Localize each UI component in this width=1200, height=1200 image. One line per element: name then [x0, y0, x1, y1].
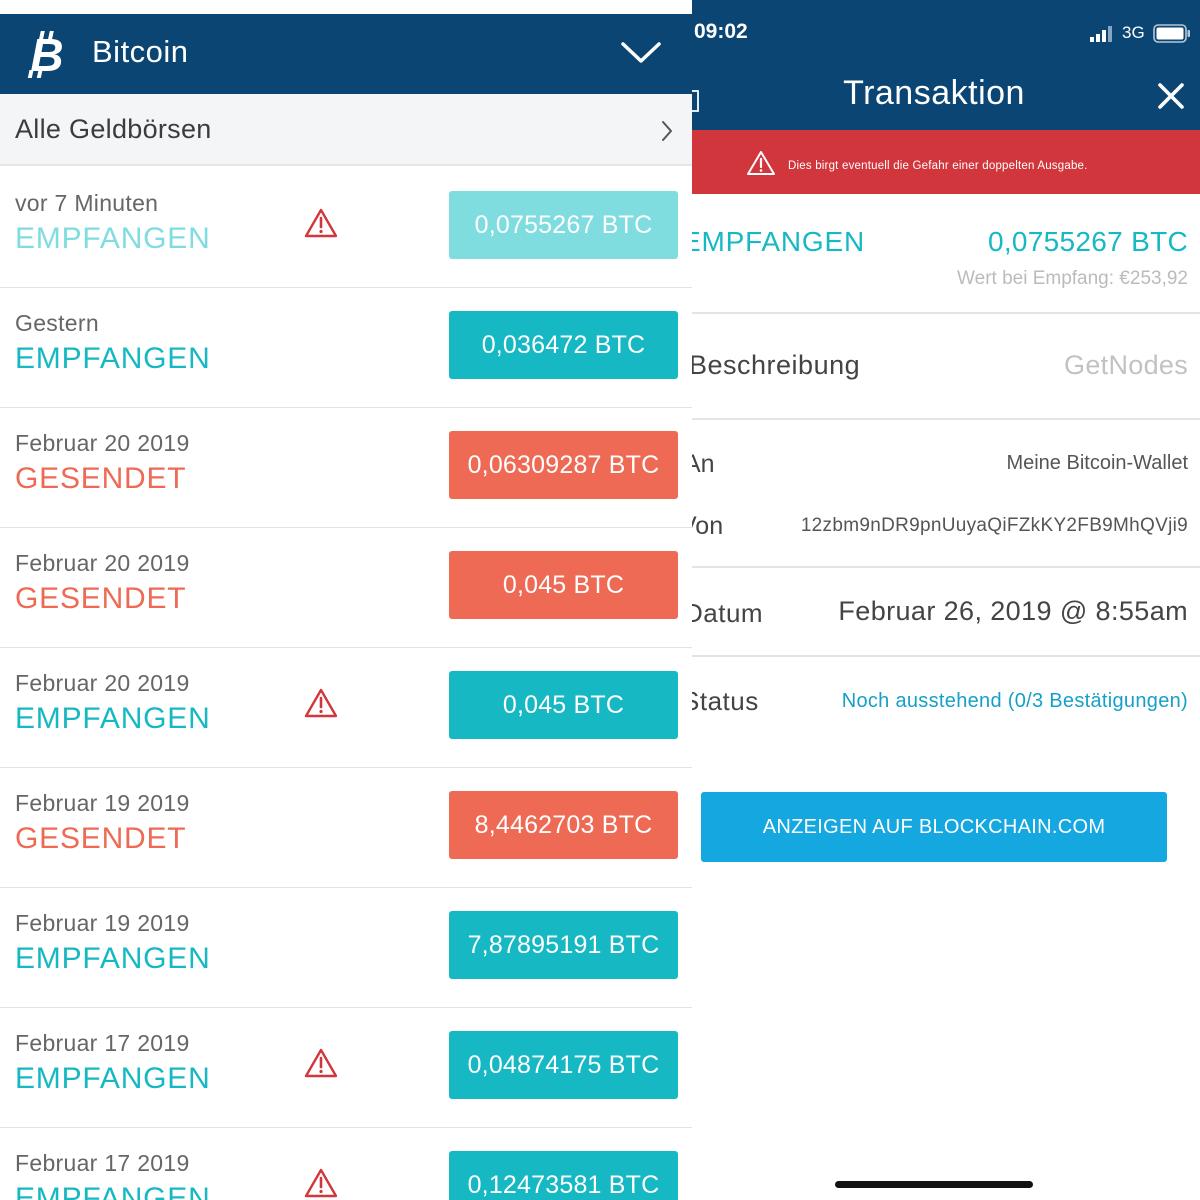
divider: [692, 312, 1200, 314]
transaction-row[interactable]: vor 7 Minuten EMPFANGEN 0,0755267 BTC: [0, 168, 692, 288]
transaction-date: Februar 20 2019: [15, 670, 190, 696]
transaction-amount-badge[interactable]: 0,04874175 BTC: [449, 1031, 678, 1099]
from-label: Von: [692, 512, 724, 540]
description-label: Beschreibung: [692, 350, 861, 380]
description-value[interactable]: GetNodes: [1064, 350, 1188, 381]
chevron-down-icon[interactable]: [620, 40, 662, 66]
chevron-right-icon: [662, 121, 672, 141]
transaction-date: Februar 17 2019: [15, 1030, 190, 1056]
status-bar: 09:02 3G: [692, 0, 1200, 62]
transaction-row[interactable]: Februar 20 2019 GESENDET 0,045 BTC: [0, 528, 692, 648]
warning-triangle-icon: [747, 151, 775, 175]
from-address: 12zbm9nDR9pnUuyaQiFZkKY2FB9MhQVji9: [800, 515, 1188, 536]
transaction-direction: EMPFANGEN: [15, 702, 211, 735]
transaction-direction: EMPFANGEN: [15, 1182, 211, 1200]
warning-banner-text: Dies birgt eventuell die Gefahr einer do…: [788, 160, 1088, 172]
transaction-detail-screen: 09:02 3G Transaktion Dies birgt eventuel…: [692, 0, 1200, 1200]
transaction-amount-badge[interactable]: 0,12473581 BTC: [449, 1151, 678, 1200]
transaction-date: Februar 20 2019: [15, 430, 190, 456]
transaction-row[interactable]: Februar 19 2019 GESENDET 8,4462703 BTC: [0, 768, 692, 888]
all-wallets-row[interactable]: Alle Geldbörsen: [0, 94, 692, 166]
battery-icon: [1153, 24, 1190, 43]
transaction-row[interactable]: Februar 20 2019 GESENDET 0,06309287 BTC: [0, 408, 692, 528]
status-label: Status: [692, 686, 759, 716]
transaction-row[interactable]: Februar 17 2019 EMPFANGEN 0,04874175 BTC: [0, 1008, 692, 1128]
warning-triangle-icon: [304, 1168, 338, 1198]
app-header: B Bitcoin: [0, 14, 692, 94]
transaction-direction: EMPFANGEN: [15, 342, 211, 375]
warning-triangle-icon: [304, 1048, 338, 1078]
date-value: Februar 26, 2019 @ 8:55am: [838, 596, 1188, 626]
home-indicator[interactable]: [835, 1181, 1033, 1188]
detail-value-at-receipt: Wert bei Empfang: €253,92: [957, 268, 1188, 289]
date-label: Datum: [692, 598, 764, 628]
transaction-amount-badge[interactable]: 0,036472 BTC: [449, 311, 678, 379]
transaction-amount-badge[interactable]: 8,4462703 BTC: [449, 791, 678, 859]
svg-text:B: B: [30, 30, 63, 78]
transaction-date: Februar 19 2019: [15, 790, 190, 816]
transaction-direction: GESENDET: [15, 582, 187, 615]
divider: [692, 418, 1200, 420]
signal-icon: [1090, 26, 1112, 42]
view-on-blockchain-button[interactable]: ANZEIGEN AUF BLOCKCHAIN.COM: [701, 792, 1167, 862]
close-icon[interactable]: [1158, 83, 1184, 109]
transaction-direction: EMPFANGEN: [15, 222, 211, 255]
transaction-direction: GESENDET: [15, 822, 187, 855]
detail-direction: EMPFANGEN: [692, 226, 866, 257]
detail-header: Transaktion: [692, 62, 1200, 130]
transaction-amount-badge[interactable]: 7,87895191 BTC: [449, 911, 678, 979]
warning-triangle-icon: [304, 208, 338, 238]
transaction-amount-badge[interactable]: 0,0755267 BTC: [449, 191, 678, 259]
network-type: 3G: [1122, 23, 1145, 42]
transaction-date: Februar 17 2019: [15, 1150, 190, 1176]
transaction-date: Gestern: [15, 310, 99, 336]
detail-amount: 0,0755267 BTC: [987, 226, 1188, 257]
transaction-amount-badge[interactable]: 0,06309287 BTC: [449, 431, 678, 499]
transaction-row[interactable]: Februar 17 2019 EMPFANGEN 0,12473581 BTC: [0, 1128, 692, 1200]
detail-title: Transaktion: [843, 74, 1025, 112]
to-label: An: [692, 450, 715, 478]
transaction-row[interactable]: Februar 20 2019 EMPFANGEN 0,045 BTC: [0, 648, 692, 768]
to-value: Meine Bitcoin-Wallet: [1006, 452, 1188, 474]
transaction-amount-badge[interactable]: 0,045 BTC: [449, 671, 678, 739]
divider: [692, 566, 1200, 568]
top-strip: [0, 0, 692, 14]
bitcoin-logo-icon: B: [27, 30, 64, 78]
transaction-date: vor 7 Minuten: [15, 190, 159, 216]
divider: [692, 655, 1200, 657]
transaction-list-screen: B Bitcoin Alle Geldbörsen vor 7 Minuten E…: [0, 0, 692, 1200]
status-time: 09:02: [694, 20, 748, 43]
transaction-direction: EMPFANGEN: [15, 942, 211, 975]
status-value: Noch ausstehend (0/3 Bestätigungen): [841, 690, 1188, 712]
double-spend-warning-banner: Dies birgt eventuell die Gefahr einer do…: [692, 130, 1200, 194]
wallet-title[interactable]: Bitcoin: [92, 34, 189, 70]
transaction-date: Februar 19 2019: [15, 910, 190, 936]
transaction-date: Februar 20 2019: [15, 550, 190, 576]
transaction-direction: GESENDET: [15, 462, 187, 495]
transaction-amount-badge[interactable]: 0,045 BTC: [449, 551, 678, 619]
transaction-direction: EMPFANGEN: [15, 1062, 211, 1095]
transaction-row[interactable]: Gestern EMPFANGEN 0,036472 BTC: [0, 288, 692, 408]
all-wallets-label: Alle Geldbörsen: [15, 114, 212, 144]
warning-triangle-icon: [304, 688, 338, 718]
transaction-row[interactable]: Februar 19 2019 EMPFANGEN 7,87895191 BTC: [0, 888, 692, 1008]
